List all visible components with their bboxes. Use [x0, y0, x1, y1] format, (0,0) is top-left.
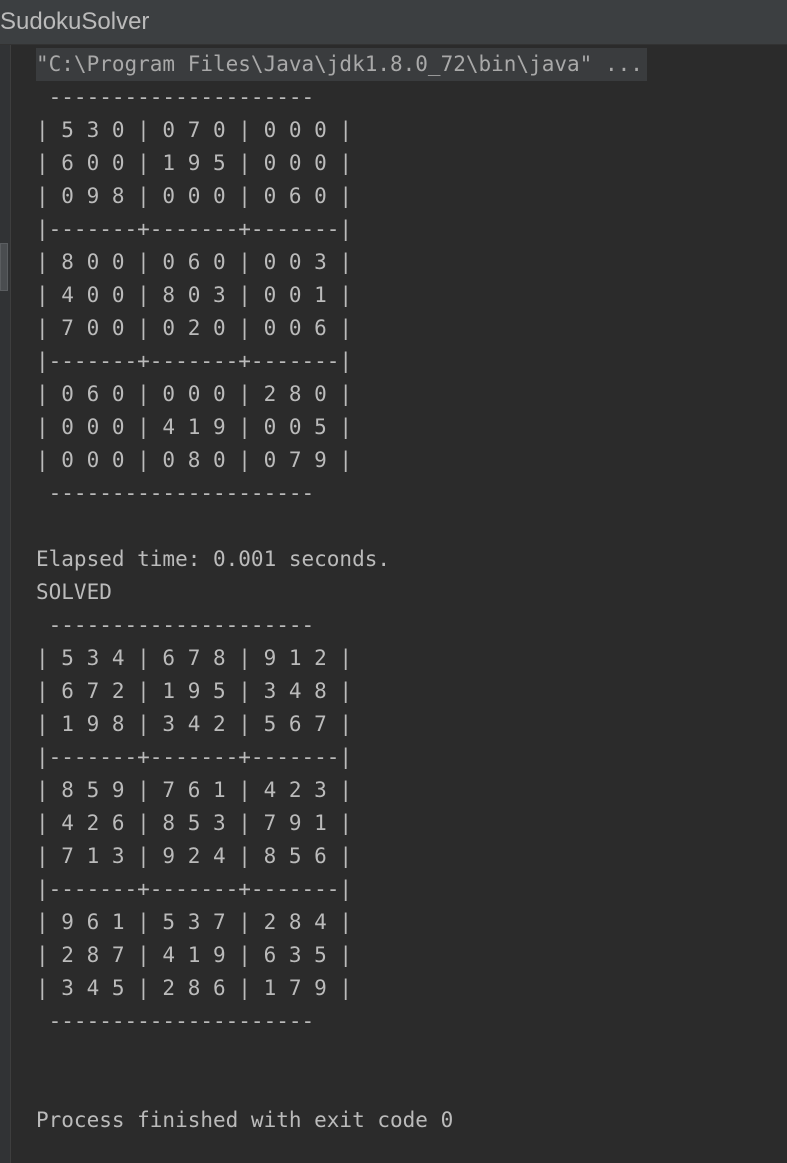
- console-line: | 6 7 2 | 1 9 5 | 3 4 8 |: [36, 679, 353, 703]
- console-line: ---------------------: [36, 481, 315, 505]
- console-line: |-------+-------+-------|: [36, 745, 353, 769]
- console-line: ---------------------: [36, 613, 315, 637]
- console-line: | 0 0 0 | 4 1 9 | 0 0 5 |: [36, 415, 353, 439]
- console-line: | 8 5 9 | 7 6 1 | 4 2 3 |: [36, 778, 353, 802]
- console-line: | 9 6 1 | 5 3 7 | 2 8 4 |: [36, 910, 353, 934]
- process-finished-line: Process finished with exit code 0: [36, 1108, 454, 1132]
- console-line: | 6 0 0 | 1 9 5 | 0 0 0 |: [36, 151, 353, 175]
- console-line: |-------+-------+-------|: [36, 877, 353, 901]
- console-line: |-------+-------+-------|: [36, 349, 353, 373]
- console-line: ---------------------: [36, 85, 315, 109]
- console-line: | 0 6 0 | 0 0 0 | 2 8 0 |: [36, 382, 353, 406]
- console-line: | 5 3 0 | 0 7 0 | 0 0 0 |: [36, 118, 353, 142]
- command-text[interactable]: "C:\Program Files\Java\jdk1.8.0_72\bin\j…: [36, 48, 647, 81]
- console-line: |-------+-------+-------|: [36, 217, 353, 241]
- console-line: | 1 9 8 | 3 4 2 | 5 6 7 |: [36, 712, 353, 736]
- console-line: | 4 0 0 | 8 0 3 | 0 0 1 |: [36, 283, 353, 307]
- console-line: | 3 4 5 | 2 8 6 | 1 7 9 |: [36, 976, 353, 1000]
- console-line: | 5 3 4 | 6 7 8 | 9 1 2 |: [36, 646, 353, 670]
- console-line: | 7 0 0 | 0 2 0 | 0 0 6 |: [36, 316, 353, 340]
- console-line: | 4 2 6 | 8 5 3 | 7 9 1 |: [36, 811, 353, 835]
- console-line: ---------------------: [36, 1009, 315, 1033]
- gutter-scroll-marker[interactable]: [0, 243, 8, 291]
- console-line: | 7 1 3 | 9 2 4 | 8 5 6 |: [36, 844, 353, 868]
- console-line: | 0 0 0 | 0 8 0 | 0 7 9 |: [36, 448, 353, 472]
- title-bar: SudokuSolver: [0, 0, 787, 45]
- solved-status-line: SOLVED: [36, 580, 112, 604]
- console-output[interactable]: "C:\Program Files\Java\jdk1.8.0_72\bin\j…: [36, 48, 776, 1137]
- console-line: | 8 0 0 | 0 6 0 | 0 0 3 |: [36, 250, 353, 274]
- console-gutter: [0, 45, 11, 1163]
- command-line: "C:\Program Files\Java\jdk1.8.0_72\bin\j…: [36, 48, 776, 81]
- console-line: | 0 9 8 | 0 0 0 | 0 6 0 |: [36, 184, 353, 208]
- window-title: SudokuSolver: [0, 8, 150, 35]
- console-line: | 2 8 7 | 4 1 9 | 6 3 5 |: [36, 943, 353, 967]
- elapsed-time-line: Elapsed time: 0.001 seconds.: [36, 547, 391, 571]
